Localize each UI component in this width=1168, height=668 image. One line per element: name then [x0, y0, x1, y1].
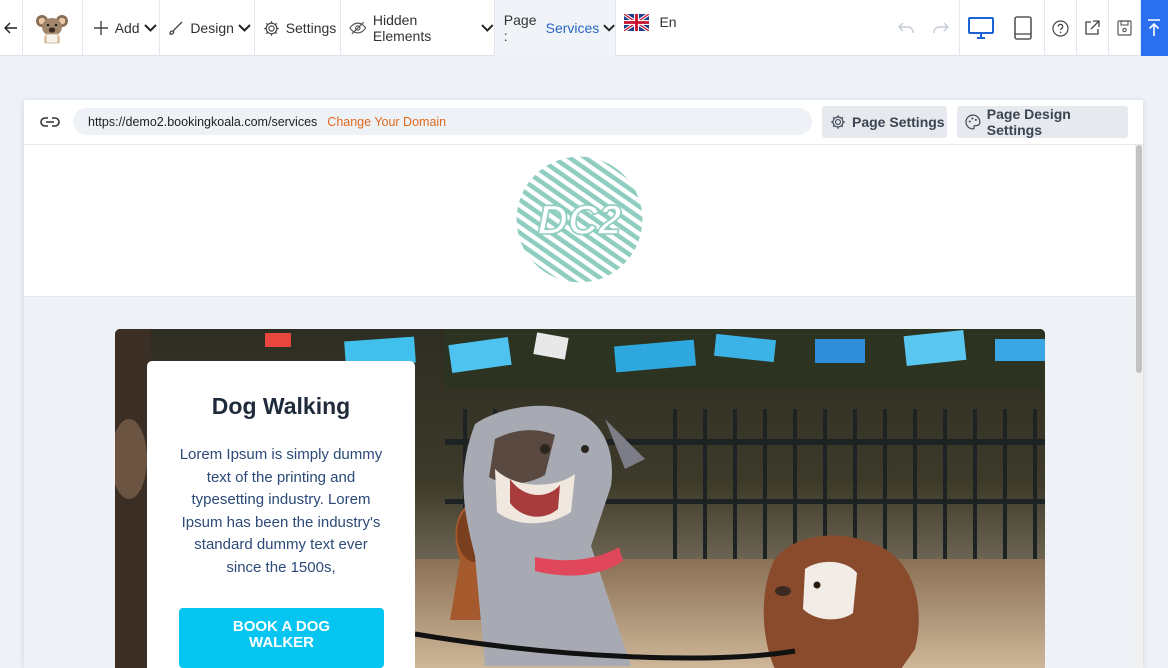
koala-logo[interactable] [23, 0, 83, 56]
page-value: Services [545, 20, 600, 36]
chevron-down-icon [603, 24, 616, 32]
hidden-elements-label: Hidden Elements [372, 12, 432, 44]
design-menu[interactable]: Design [160, 0, 255, 56]
arrow-left-icon [3, 22, 17, 34]
service-card: Dog Walking Lorem Ipsum is simply dummy … [147, 361, 415, 668]
desktop-icon [968, 17, 995, 39]
link-icon [40, 117, 60, 127]
service-description: Lorem Ipsum is simply dummy text of the … [179, 446, 383, 576]
chevron-down-icon [481, 24, 494, 32]
site-logo[interactable]: DC2 [516, 156, 643, 283]
settings-menu[interactable]: Settings [255, 0, 342, 56]
publish-button[interactable] [1140, 0, 1168, 56]
tablet-view-button[interactable] [1002, 0, 1045, 56]
desktop-view-button[interactable] [960, 0, 1001, 56]
help-button[interactable] [1045, 0, 1077, 56]
gear-icon [263, 20, 279, 36]
eye-slash-icon [349, 21, 367, 35]
brush-icon [169, 21, 183, 35]
page-prefix: Page : [503, 12, 537, 44]
language-label: En [659, 14, 677, 30]
hero-banner: Dog Walking Lorem Ipsum is simply dummy … [115, 329, 1045, 668]
book-dog-walker-button[interactable]: BOOK A DOG WALKER [179, 608, 384, 668]
url-field[interactable]: https://demo2.bookingkoala.com/services … [73, 108, 812, 135]
back-button[interactable] [0, 0, 23, 56]
plus-icon [93, 21, 108, 35]
page-settings-button[interactable]: Page Settings [822, 106, 947, 138]
language-selector[interactable]: En [616, 0, 889, 56]
arrow-up-icon [1148, 19, 1161, 36]
redo-icon [933, 22, 950, 33]
add-label: Add [114, 20, 140, 36]
hidden-elements-menu[interactable]: Hidden Elements [341, 0, 495, 56]
open-external-button[interactable] [1077, 0, 1109, 56]
url-bar: https://demo2.bookingkoala.com/services … [24, 100, 1143, 145]
page-design-settings-label: Page Design Settings [986, 106, 1071, 138]
uk-flag-icon [624, 14, 650, 31]
page-preview-frame: https://demo2.bookingkoala.com/services … [24, 100, 1143, 668]
page-settings-label: Page Settings [852, 114, 945, 130]
external-link-icon [1085, 20, 1101, 35]
site-header: DC2 [24, 145, 1135, 297]
redo-button[interactable] [923, 0, 961, 56]
koala-icon [36, 15, 69, 44]
site-body: Dog Walking Lorem Ipsum is simply dummy … [24, 297, 1135, 668]
service-title: Dog Walking [211, 393, 351, 419]
scrollbar-thumb[interactable] [1136, 145, 1142, 373]
page-design-settings-button[interactable]: Page Design Settings [957, 106, 1128, 138]
page-selector[interactable]: Page : Services [494, 0, 617, 56]
page-url: https://demo2.bookingkoala.com/services [88, 114, 318, 129]
undo-button[interactable] [889, 0, 923, 56]
editor-toolbar: Add Design Settings Hidden Elements Page… [0, 0, 1168, 56]
tablet-icon [1013, 16, 1032, 40]
gear-icon [831, 115, 845, 129]
logo-text: DC2 [537, 196, 621, 243]
undo-icon [897, 22, 914, 33]
save-button[interactable] [1109, 0, 1141, 56]
palette-icon [965, 114, 981, 130]
chevron-down-icon [238, 24, 251, 32]
chevron-down-icon [143, 24, 157, 32]
add-menu[interactable]: Add [83, 0, 161, 56]
change-domain-link[interactable]: Change Your Domain [327, 115, 446, 129]
question-icon [1052, 19, 1069, 37]
settings-label: Settings [285, 20, 337, 36]
save-icon [1117, 20, 1132, 36]
design-label: Design [190, 20, 234, 36]
